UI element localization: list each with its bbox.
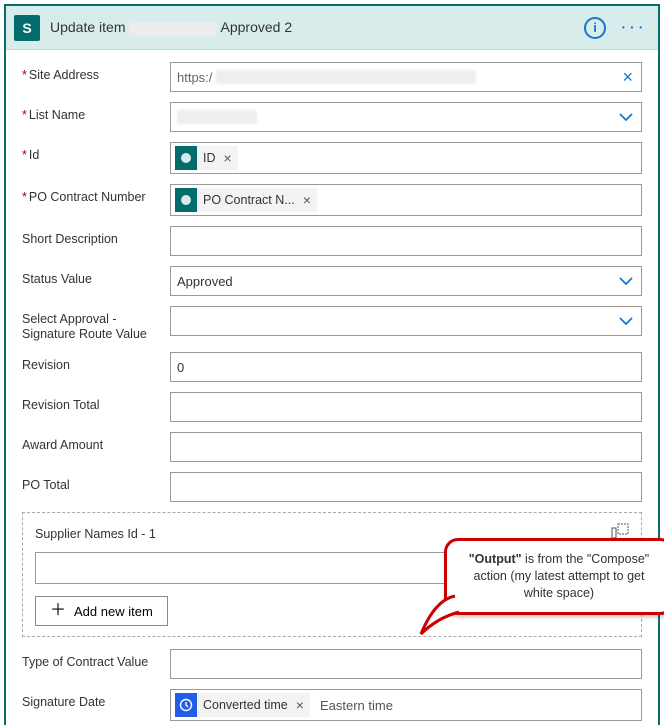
- label-list-name: *List Name: [22, 102, 170, 123]
- card-body: *Site Address https:/ × *List Name *Id: [6, 50, 658, 725]
- revision-input[interactable]: 0: [170, 352, 642, 382]
- info-icon[interactable]: i: [584, 17, 606, 39]
- label-revision-total: Revision Total: [22, 392, 170, 413]
- revision-total-input[interactable]: [170, 392, 642, 422]
- token-remove-icon[interactable]: ×: [294, 697, 306, 713]
- label-approval-route: Select Approval - Signature Route Value: [22, 306, 170, 342]
- label-award-amount: Award Amount: [22, 432, 170, 453]
- short-desc-input[interactable]: [170, 226, 642, 256]
- token-converted-time: Converted time ×: [175, 693, 310, 717]
- redacted-text: xxxx: [129, 22, 217, 36]
- token-po-contract: PO Contract N... ×: [175, 188, 317, 212]
- chevron-down-icon[interactable]: [619, 316, 633, 326]
- token-remove-icon[interactable]: ×: [301, 192, 313, 208]
- label-id: *Id: [22, 142, 170, 163]
- award-amount-input[interactable]: [170, 432, 642, 462]
- sharepoint-icon: S: [14, 15, 40, 41]
- approval-route-select[interactable]: [170, 306, 642, 336]
- token-id: ID ×: [175, 146, 238, 170]
- plus-icon: ＋: [50, 603, 66, 619]
- label-po-total: PO Total: [22, 472, 170, 493]
- annotation-callout: "Output" is from the "Compose" action (m…: [444, 538, 664, 615]
- chevron-down-icon[interactable]: [619, 276, 633, 286]
- type-contract-input[interactable]: [170, 649, 642, 679]
- trailing-text: Eastern time: [320, 698, 393, 713]
- label-po-contract: *PO Contract Number: [22, 184, 170, 205]
- label-status: Status Value: [22, 266, 170, 287]
- add-new-item-button[interactable]: ＋ Add new item: [35, 596, 168, 626]
- site-address-input[interactable]: https:/ ×: [170, 62, 642, 92]
- chevron-down-icon[interactable]: [619, 112, 633, 122]
- label-site-address: *Site Address: [22, 62, 170, 83]
- label-signature-date: Signature Date: [22, 689, 170, 710]
- id-input[interactable]: ID ×: [170, 142, 642, 174]
- list-name-select[interactable]: [170, 102, 642, 132]
- label-short-desc: Short Description: [22, 226, 170, 247]
- more-menu-icon[interactable]: ···: [616, 16, 650, 39]
- callout-tail: [415, 588, 463, 638]
- action-card: S Update item xxxx Approved 2 i ··· *Sit…: [4, 4, 660, 725]
- redacted-text: [177, 110, 257, 124]
- card-header: S Update item xxxx Approved 2 i ···: [6, 6, 658, 50]
- po-contract-input[interactable]: PO Contract N... ×: [170, 184, 642, 216]
- po-total-input[interactable]: [170, 472, 642, 502]
- clear-icon[interactable]: ×: [622, 68, 633, 86]
- status-select[interactable]: Approved: [170, 266, 642, 296]
- sharepoint-icon: [175, 188, 197, 212]
- token-remove-icon[interactable]: ×: [222, 150, 234, 166]
- label-type-contract: Type of Contract Value: [22, 649, 170, 670]
- label-revision: Revision: [22, 352, 170, 373]
- sharepoint-icon: [175, 146, 197, 170]
- card-title: Update item xxxx Approved 2: [50, 19, 574, 35]
- redacted-text: [216, 70, 476, 84]
- signature-date-input[interactable]: Converted time × Eastern time: [170, 689, 642, 721]
- clock-icon: [175, 693, 197, 717]
